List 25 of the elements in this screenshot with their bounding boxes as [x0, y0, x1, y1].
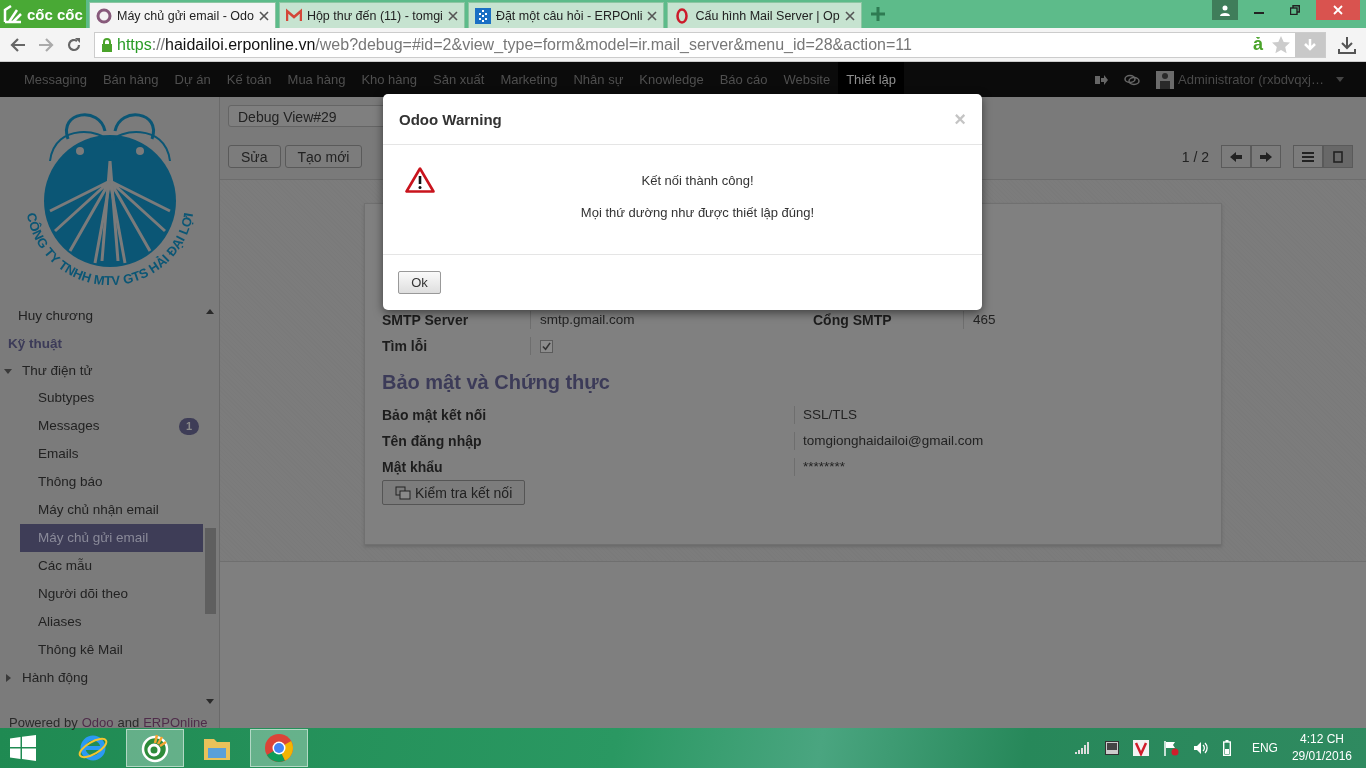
field-label: Mật khẩu — [382, 458, 444, 476]
footer-text: and — [117, 715, 140, 730]
field-value: 465 — [963, 311, 1204, 329]
dialog-title: Odoo Warning — [399, 110, 503, 128]
field-value: ******** — [794, 458, 1204, 476]
tab-title: Máy chủ gửi email - Odo — [117, 8, 254, 23]
field-value: SSL/TLS — [794, 406, 1204, 424]
field-label: Tìm lỗi — [382, 337, 429, 355]
pager-text: 1 / 2 — [1181, 148, 1209, 165]
tab-title: Đặt một câu hỏi - ERPOnli — [495, 8, 643, 23]
tab-title: Cấu hình Mail Server | Op — [695, 8, 840, 23]
section-title: Bảo mật và Chứng thực — [382, 371, 611, 394]
footer-text: Powered by — [9, 715, 78, 730]
browser-logo-text: cốc cốc — [27, 5, 83, 23]
count-badge: 1 — [179, 417, 199, 435]
field-label: Bảo mật kết nối — [382, 406, 488, 424]
field-label: SMTP Server — [382, 311, 470, 329]
dialog-message: Mọi thứ dường như được thiết lập đúng! — [580, 205, 815, 220]
tab-title: Hộp thư đến (11) - tomgi — [306, 8, 443, 23]
field-value: tomgionghaidailoi@gmail.com — [794, 432, 1204, 450]
field-label: Tên đăng nhập — [382, 432, 483, 450]
dialog-message: Kết nối thành công! — [641, 173, 754, 188]
field-value: smtp.gmail.com — [530, 311, 813, 329]
field-label: Cổng SMTP — [813, 311, 893, 329]
sidebar-section-title: Kỹ thuật — [7, 335, 63, 353]
